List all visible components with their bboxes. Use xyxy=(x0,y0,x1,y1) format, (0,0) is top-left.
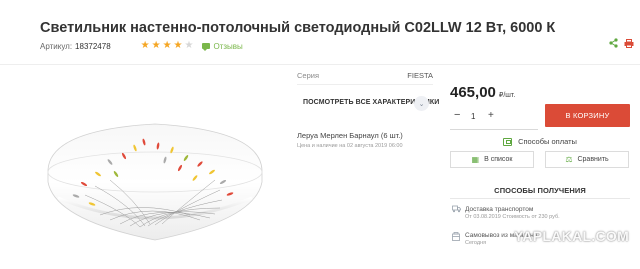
chat-icon xyxy=(202,43,211,51)
rating-stars[interactable]: ★ ★ ★ ★ ★ xyxy=(141,41,194,51)
payment-methods-link[interactable]: Способы оплаты xyxy=(450,134,630,149)
star-icon: ★ xyxy=(151,40,161,51)
scales-icon: ⚖ xyxy=(565,154,573,164)
reviews-link[interactable]: Отзывы xyxy=(202,41,243,51)
spec-series-label: Серия xyxy=(297,71,320,80)
spec-row-series: Серия FIESTA xyxy=(297,71,433,80)
store-availability[interactable]: Леруа Мерлен Барнаул (6 шт.) xyxy=(297,131,403,140)
star-icon: ★ xyxy=(140,40,150,51)
reviews-label: Отзывы xyxy=(213,41,243,51)
price-block: 465,00 ₽/шт. xyxy=(450,84,515,101)
add-to-cart-button[interactable]: В КОРЗИНУ xyxy=(545,104,630,127)
product-meta: Артикул: 18372478 ★ ★ ★ ★ ★ Отзывы xyxy=(40,40,243,52)
sku-value: 18372478 xyxy=(75,41,111,51)
star-icon: ★ xyxy=(184,40,194,51)
chevron-down-icon[interactable]: ⌄ xyxy=(414,96,429,111)
share-icon[interactable] xyxy=(609,38,618,48)
add-to-list-button[interactable]: ▦ В список xyxy=(450,151,534,168)
truck-icon xyxy=(452,205,461,213)
quantity-increase-button[interactable]: + xyxy=(488,110,494,121)
header-divider xyxy=(0,64,640,65)
quantity-input[interactable]: 1 xyxy=(471,112,475,121)
box-icon xyxy=(452,232,460,241)
receiving-title: СПОСОБЫ ПОЛУЧЕНИЯ xyxy=(494,186,586,195)
price-unit: ₽/шт. xyxy=(498,92,516,99)
printer-icon[interactable] xyxy=(624,39,634,48)
price: 465,00 xyxy=(450,84,496,101)
compare-button[interactable]: ⚖ Сравнить xyxy=(545,151,629,168)
payment-methods-label: Способы оплаты xyxy=(518,137,577,146)
list-icon: ▦ xyxy=(471,154,480,164)
spec-divider xyxy=(297,84,433,85)
product-title: Светильник настенно-потолочный светодиод… xyxy=(40,20,556,36)
receiving-divider xyxy=(450,198,630,199)
delivery-details: От 03.08.2019 Стоимость от 230 руб. xyxy=(465,214,560,220)
watermark: YAPLAKAL.COM xyxy=(514,228,630,244)
card-icon xyxy=(503,137,513,146)
star-icon: ★ xyxy=(173,40,183,51)
delivery-title[interactable]: Доставка транспортом xyxy=(465,206,533,213)
sku-label: Артикул: xyxy=(40,41,73,51)
availability-note: Цена и наличие на 02 августа 2019 06:00 xyxy=(297,143,403,149)
star-icon: ★ xyxy=(162,40,172,51)
add-to-list-label: В список xyxy=(484,156,513,163)
compare-label: Сравнить xyxy=(577,156,609,163)
quantity-decrease-button[interactable]: − xyxy=(454,110,460,121)
spec-series-value: FIESTA xyxy=(407,71,433,80)
pickup-details: Сегодня xyxy=(465,240,487,246)
quantity-underline xyxy=(450,129,538,130)
product-image[interactable] xyxy=(40,120,270,269)
